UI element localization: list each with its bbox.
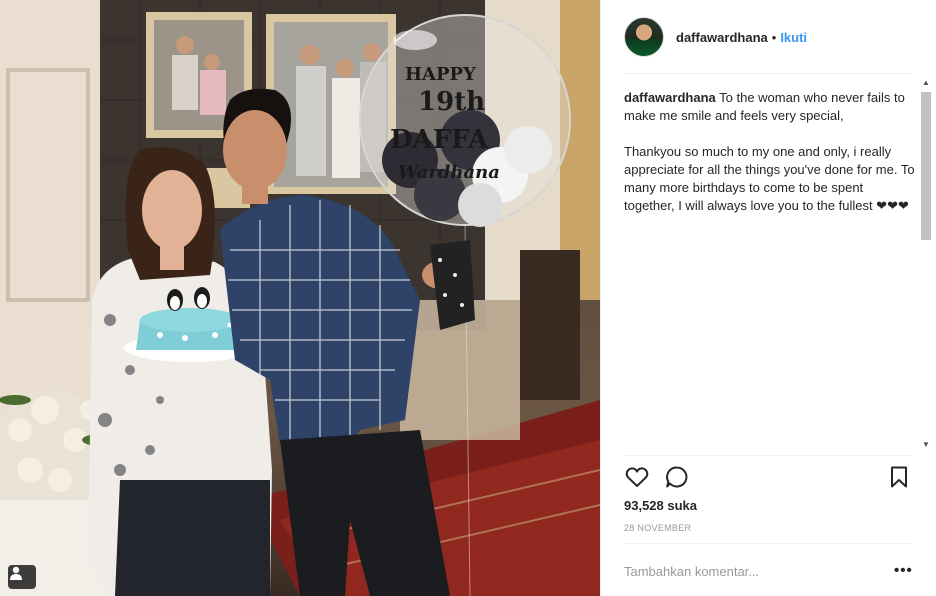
- header-divider: [624, 73, 912, 74]
- photo-illustration: HAPPY 19th DAFFA Wardhana: [0, 0, 600, 596]
- scroll-down-arrow[interactable]: ▼: [922, 440, 930, 449]
- caption-paragraph-1: daffawardhana To the woman who never fai…: [624, 89, 916, 125]
- comment-input[interactable]: [624, 560, 884, 582]
- balloon-text-surname: Wardhana: [398, 162, 500, 183]
- post-photo[interactable]: HAPPY 19th DAFFA Wardhana: [0, 0, 600, 596]
- header-separator: •: [771, 29, 777, 45]
- caption-paragraph-2: Thankyou so much to my one and only, i r…: [624, 143, 916, 215]
- actions-divider: [624, 455, 912, 456]
- avatar[interactable]: [624, 17, 664, 57]
- action-bar: [624, 464, 912, 492]
- caption-username[interactable]: daffawardhana: [624, 90, 716, 105]
- comment-icon[interactable]: [664, 464, 690, 490]
- caption-text-2: Thankyou so much to my one and only, i r…: [624, 144, 915, 213]
- balloon-text-age: 19th: [418, 87, 485, 117]
- post-date: 28 NOVEMBER: [624, 523, 692, 533]
- bookmark-icon[interactable]: [886, 464, 912, 490]
- user-tag-icon[interactable]: [8, 565, 36, 589]
- comment-divider: [624, 543, 912, 544]
- likes-count[interactable]: 93,528 suka: [624, 498, 697, 513]
- scroll-up-arrow[interactable]: ▲: [922, 78, 930, 87]
- scrollbar-thumb[interactable]: [921, 92, 931, 240]
- header-username[interactable]: daffawardhana: [676, 30, 768, 45]
- balloon-text-happy: HAPPY: [405, 64, 477, 85]
- caption: daffawardhana To the woman who never fai…: [624, 89, 916, 449]
- balloon-text-name: DAFFA: [390, 125, 489, 155]
- post-header: daffawardhana • Ikuti: [624, 16, 807, 58]
- more-options-icon[interactable]: •••: [894, 562, 913, 579]
- follow-button[interactable]: Ikuti: [780, 30, 807, 45]
- heart-icon[interactable]: [624, 464, 650, 490]
